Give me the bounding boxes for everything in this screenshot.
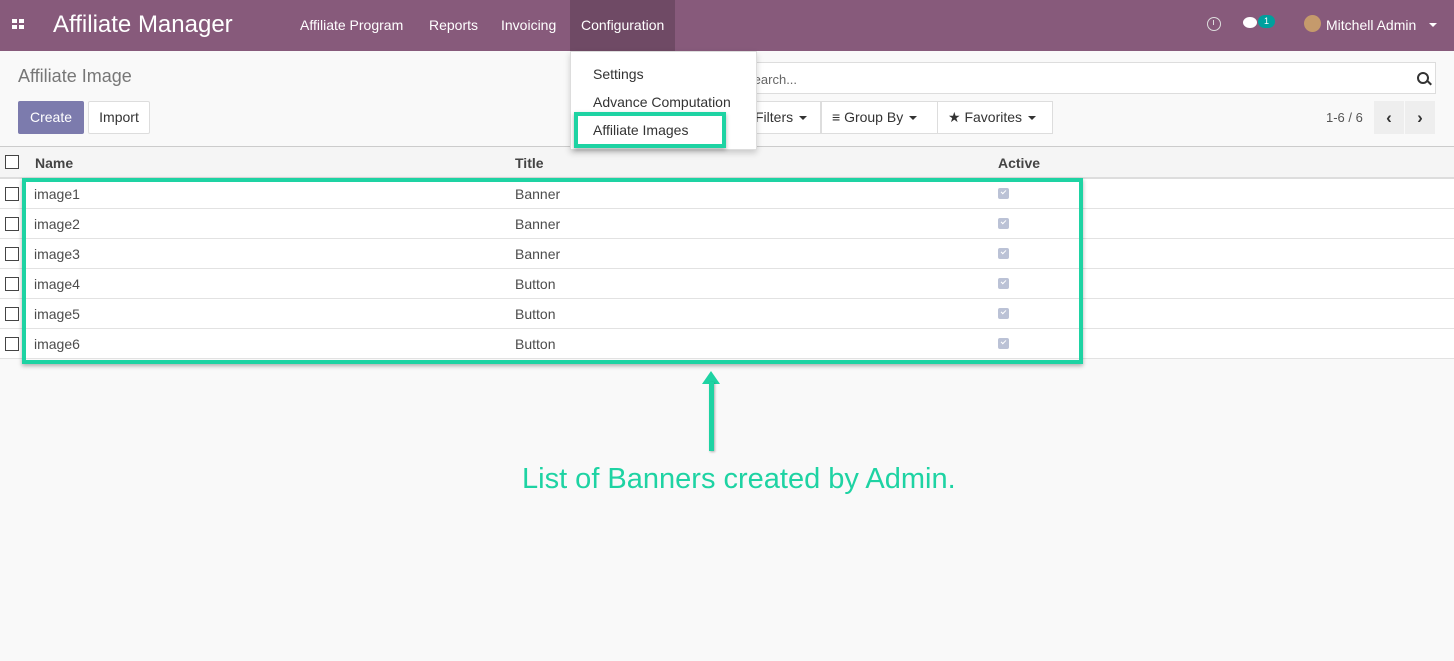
group-by-button[interactable]: ≡ Group By — [821, 101, 938, 134]
table-header: Name Title Active — [0, 147, 1454, 179]
user-menu-caret-icon[interactable] — [1429, 23, 1437, 27]
annotation-caption: List of Banners created by Admin. — [522, 463, 956, 495]
dropdown-item-settings[interactable]: Settings — [593, 66, 644, 82]
column-header-active[interactable]: Active — [998, 155, 1040, 171]
chat-count-badge: 1 — [1258, 15, 1275, 28]
highlight-rows — [22, 178, 1083, 364]
top-navbar: Affiliate Manager Affiliate Program Repo… — [0, 0, 1454, 51]
star-icon: ★ — [948, 109, 965, 125]
search-icon[interactable] — [1417, 72, 1429, 84]
menu-invoicing[interactable]: Invoicing — [501, 17, 556, 33]
row-checkbox[interactable] — [5, 217, 19, 231]
menu-reports[interactable]: Reports — [429, 17, 478, 33]
favorites-button[interactable]: ★ Favorites — [937, 101, 1053, 134]
column-header-name[interactable]: Name — [35, 155, 73, 171]
highlight-menu-item — [574, 112, 726, 148]
row-checkbox[interactable] — [5, 277, 19, 291]
filters-label: Filters — [755, 109, 794, 125]
arrow-shaft — [709, 382, 714, 451]
user-avatar[interactable] — [1304, 15, 1321, 32]
pager-next-button[interactable]: › — [1405, 101, 1435, 134]
search-input[interactable]: Search... — [726, 62, 1436, 94]
user-menu[interactable]: Mitchell Admin — [1326, 17, 1416, 33]
pager-previous-button[interactable]: ‹ — [1374, 101, 1404, 134]
menu-configuration[interactable]: Configuration — [570, 0, 676, 51]
chevron-down-icon — [909, 116, 918, 121]
activity-clock-icon[interactable] — [1207, 17, 1221, 31]
row-checkbox[interactable] — [5, 247, 19, 261]
app-brand[interactable]: Affiliate Manager — [53, 11, 233, 39]
apps-menu-icon[interactable] — [12, 19, 24, 29]
row-checkbox[interactable] — [5, 187, 19, 201]
chevron-down-icon — [1028, 116, 1037, 121]
dropdown-item-advance-computation[interactable]: Advance Computation — [593, 94, 731, 110]
pager-value[interactable]: 1-6 / 6 — [1326, 110, 1363, 125]
menu-affiliate-program[interactable]: Affiliate Program — [300, 17, 403, 33]
bars-icon: ≡ — [832, 109, 845, 125]
row-checkbox[interactable] — [5, 337, 19, 351]
chevron-down-icon — [799, 116, 808, 121]
create-button[interactable]: Create — [18, 101, 84, 134]
page-title: Affiliate Image — [18, 66, 132, 86]
group-by-label: Group By — [844, 109, 904, 125]
select-all-checkbox[interactable] — [5, 155, 19, 169]
favorites-label: Favorites — [964, 109, 1023, 125]
chat-icon[interactable] — [1243, 17, 1257, 28]
import-button[interactable]: Import — [88, 101, 150, 134]
column-header-title[interactable]: Title — [515, 155, 544, 171]
row-checkbox[interactable] — [5, 307, 19, 321]
